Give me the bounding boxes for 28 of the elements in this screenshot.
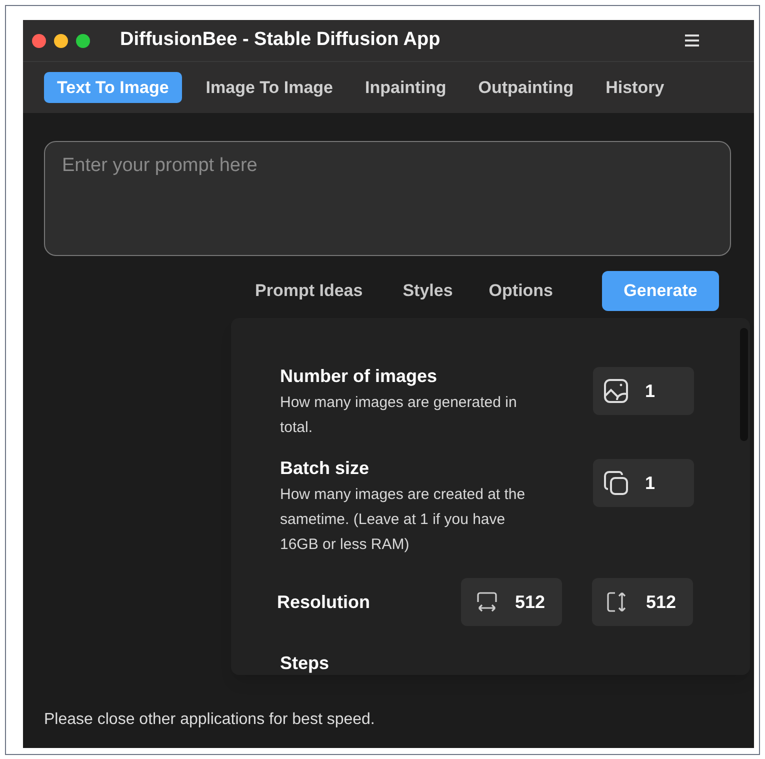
toolbar-link[interactable]: Styles (402, 271, 453, 311)
image-icon (604, 379, 628, 403)
close-icon[interactable] (32, 34, 46, 48)
width-field[interactable]: 512 (461, 578, 562, 626)
width-icon (476, 592, 497, 612)
option-description: How many images are generated in total. (280, 393, 518, 438)
toolbar-link[interactable]: Options (488, 271, 554, 311)
option-title: Number of images (280, 365, 438, 388)
option-title: Steps (280, 652, 330, 675)
window-title: DiffusionBee - Stable Diffusion App (120, 28, 440, 52)
tab[interactable]: Inpainting (357, 72, 454, 103)
copy-icon (604, 471, 628, 495)
status-message: Please close other applications for best speed. (44, 710, 375, 730)
minimize-icon[interactable] (54, 34, 68, 48)
tab[interactable]: Image To Image (198, 72, 341, 103)
option-description: How many images are created at the sametime. (Leave at 1 if you have 16GB or less RAM) (280, 485, 526, 555)
count-field[interactable]: 1 (593, 367, 694, 415)
tab[interactable]: Outpainting (470, 72, 582, 103)
count-field[interactable]: 1 (593, 459, 694, 507)
height-field[interactable]: 512 (592, 578, 693, 626)
option-title: Batch size (280, 457, 370, 480)
toolbar-link[interactable]: Prompt Ideas (243, 271, 375, 311)
prompt-field[interactable]: Enter your prompt here (44, 141, 731, 256)
menu-icon[interactable] (685, 34, 699, 47)
option-title: Resolution (277, 590, 371, 614)
height-icon (607, 592, 628, 612)
tab[interactable]: History (598, 72, 672, 103)
maximize-icon[interactable] (76, 34, 90, 48)
